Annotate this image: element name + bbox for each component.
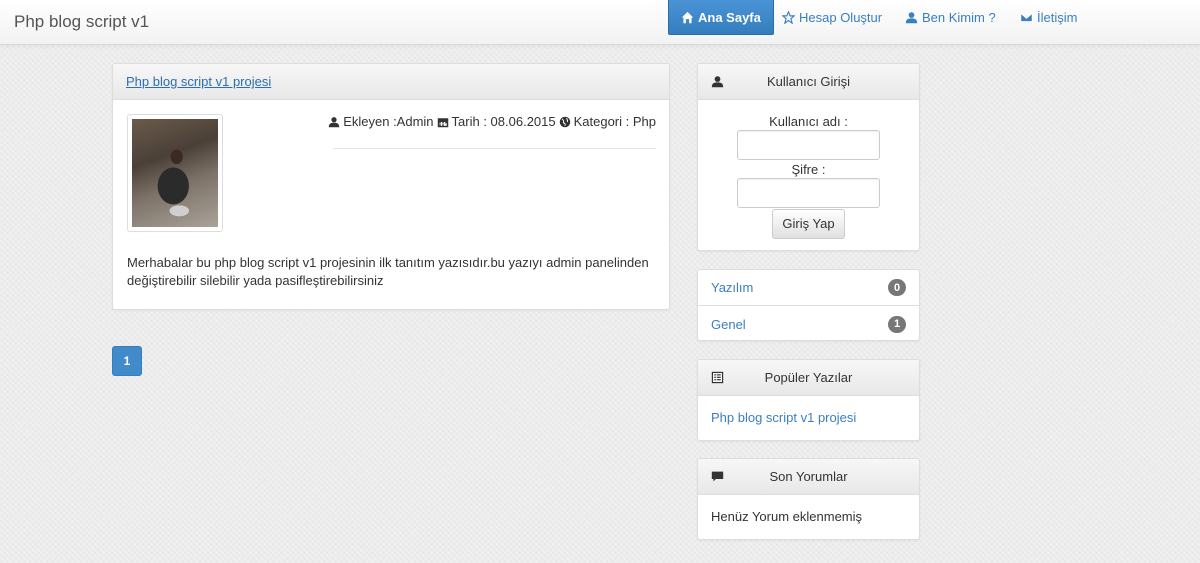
- globe-icon: [559, 116, 570, 127]
- login-panel: Kullanıcı Girişi Kullanıcı adı : Şifre :…: [697, 63, 920, 251]
- nav-home-label: Ana Sayfa: [698, 9, 761, 25]
- pagination-page-1[interactable]: 1: [112, 346, 142, 376]
- meta-divider: [333, 148, 656, 149]
- post-author: Ekleyen :Admin: [343, 114, 434, 129]
- username-input[interactable]: [737, 130, 880, 160]
- post-date: Tarih : 08.06.2015: [451, 114, 556, 129]
- user-icon: [905, 12, 918, 24]
- category-item[interactable]: Genel 1: [698, 306, 919, 342]
- popular-post-link[interactable]: Php blog script v1 projesi: [711, 410, 856, 425]
- comments-title: Son Yorumlar: [769, 469, 848, 484]
- password-label: Şifre :: [791, 162, 826, 177]
- comments-empty: Henüz Yorum eklenmemiş: [711, 509, 863, 524]
- recent-comments-panel: Son Yorumlar Henüz Yorum eklenmemiş: [697, 458, 920, 540]
- post-category: Kategori : Php: [573, 114, 656, 129]
- popular-posts-panel: Popüler Yazılar Php blog script v1 proje…: [697, 359, 920, 441]
- nav-about-label: Ben Kimim ?: [922, 10, 996, 25]
- calendar-icon: [437, 117, 448, 127]
- brand-title[interactable]: Php blog script v1: [14, 12, 149, 32]
- popular-heading: Popüler Yazılar: [698, 360, 919, 396]
- nav-about[interactable]: Ben Kimim ?: [893, 0, 1008, 35]
- nav-contact[interactable]: İletişim: [1008, 0, 1089, 35]
- category-item[interactable]: Yazılım 0: [698, 270, 919, 306]
- category-count-badge: 1: [888, 315, 906, 333]
- home-icon: [681, 11, 694, 23]
- popular-title: Popüler Yazılar: [764, 370, 853, 385]
- popular-list: Php blog script v1 projesi: [698, 396, 919, 439]
- category-link[interactable]: Yazılım: [711, 280, 753, 295]
- envelope-icon: [1020, 13, 1033, 22]
- login-heading: Kullanıcı Girişi: [698, 64, 919, 100]
- post-heading: Php blog script v1 projesi: [113, 64, 669, 100]
- categories-panel: Yazılım 0 Genel 1: [697, 269, 920, 341]
- nav-contact-label: İletişim: [1037, 10, 1078, 25]
- post-body: Merhabalar bu php blog script v1 projesi…: [127, 255, 649, 288]
- login-button[interactable]: Giriş Yap: [772, 209, 845, 239]
- nav-register[interactable]: Hesap Oluştur: [770, 0, 894, 35]
- post-meta: Ekleyen :Admin Tarih : 08.06.2015 Katego…: [328, 114, 656, 129]
- post-panel: Php blog script v1 projesi Ekleyen :Admi…: [112, 63, 670, 310]
- login-form: Kullanıcı adı : Şifre : Giriş Yap: [698, 100, 919, 239]
- password-input[interactable]: [737, 178, 880, 208]
- category-link[interactable]: Genel: [711, 317, 746, 332]
- comment-icon: [711, 471, 724, 482]
- user-icon: [711, 76, 724, 88]
- user-icon: [328, 116, 340, 127]
- post-title-link[interactable]: Php blog script v1 projesi: [126, 74, 271, 89]
- star-icon: [782, 11, 795, 24]
- nav-home[interactable]: Ana Sayfa: [668, 0, 774, 35]
- login-title: Kullanıcı Girişi: [766, 74, 851, 89]
- list-alt-icon: [711, 371, 724, 384]
- comments-heading: Son Yorumlar: [698, 459, 919, 495]
- post-image: [132, 119, 218, 227]
- category-count-badge: 0: [888, 279, 906, 296]
- post-thumbnail: [127, 114, 223, 232]
- username-label: Kullanıcı adı :: [769, 114, 848, 129]
- nav-register-label: Hesap Oluştur: [799, 10, 883, 25]
- navbar: Php blog script v1 Ana Sayfa Hesap Oluşt…: [0, 0, 1200, 45]
